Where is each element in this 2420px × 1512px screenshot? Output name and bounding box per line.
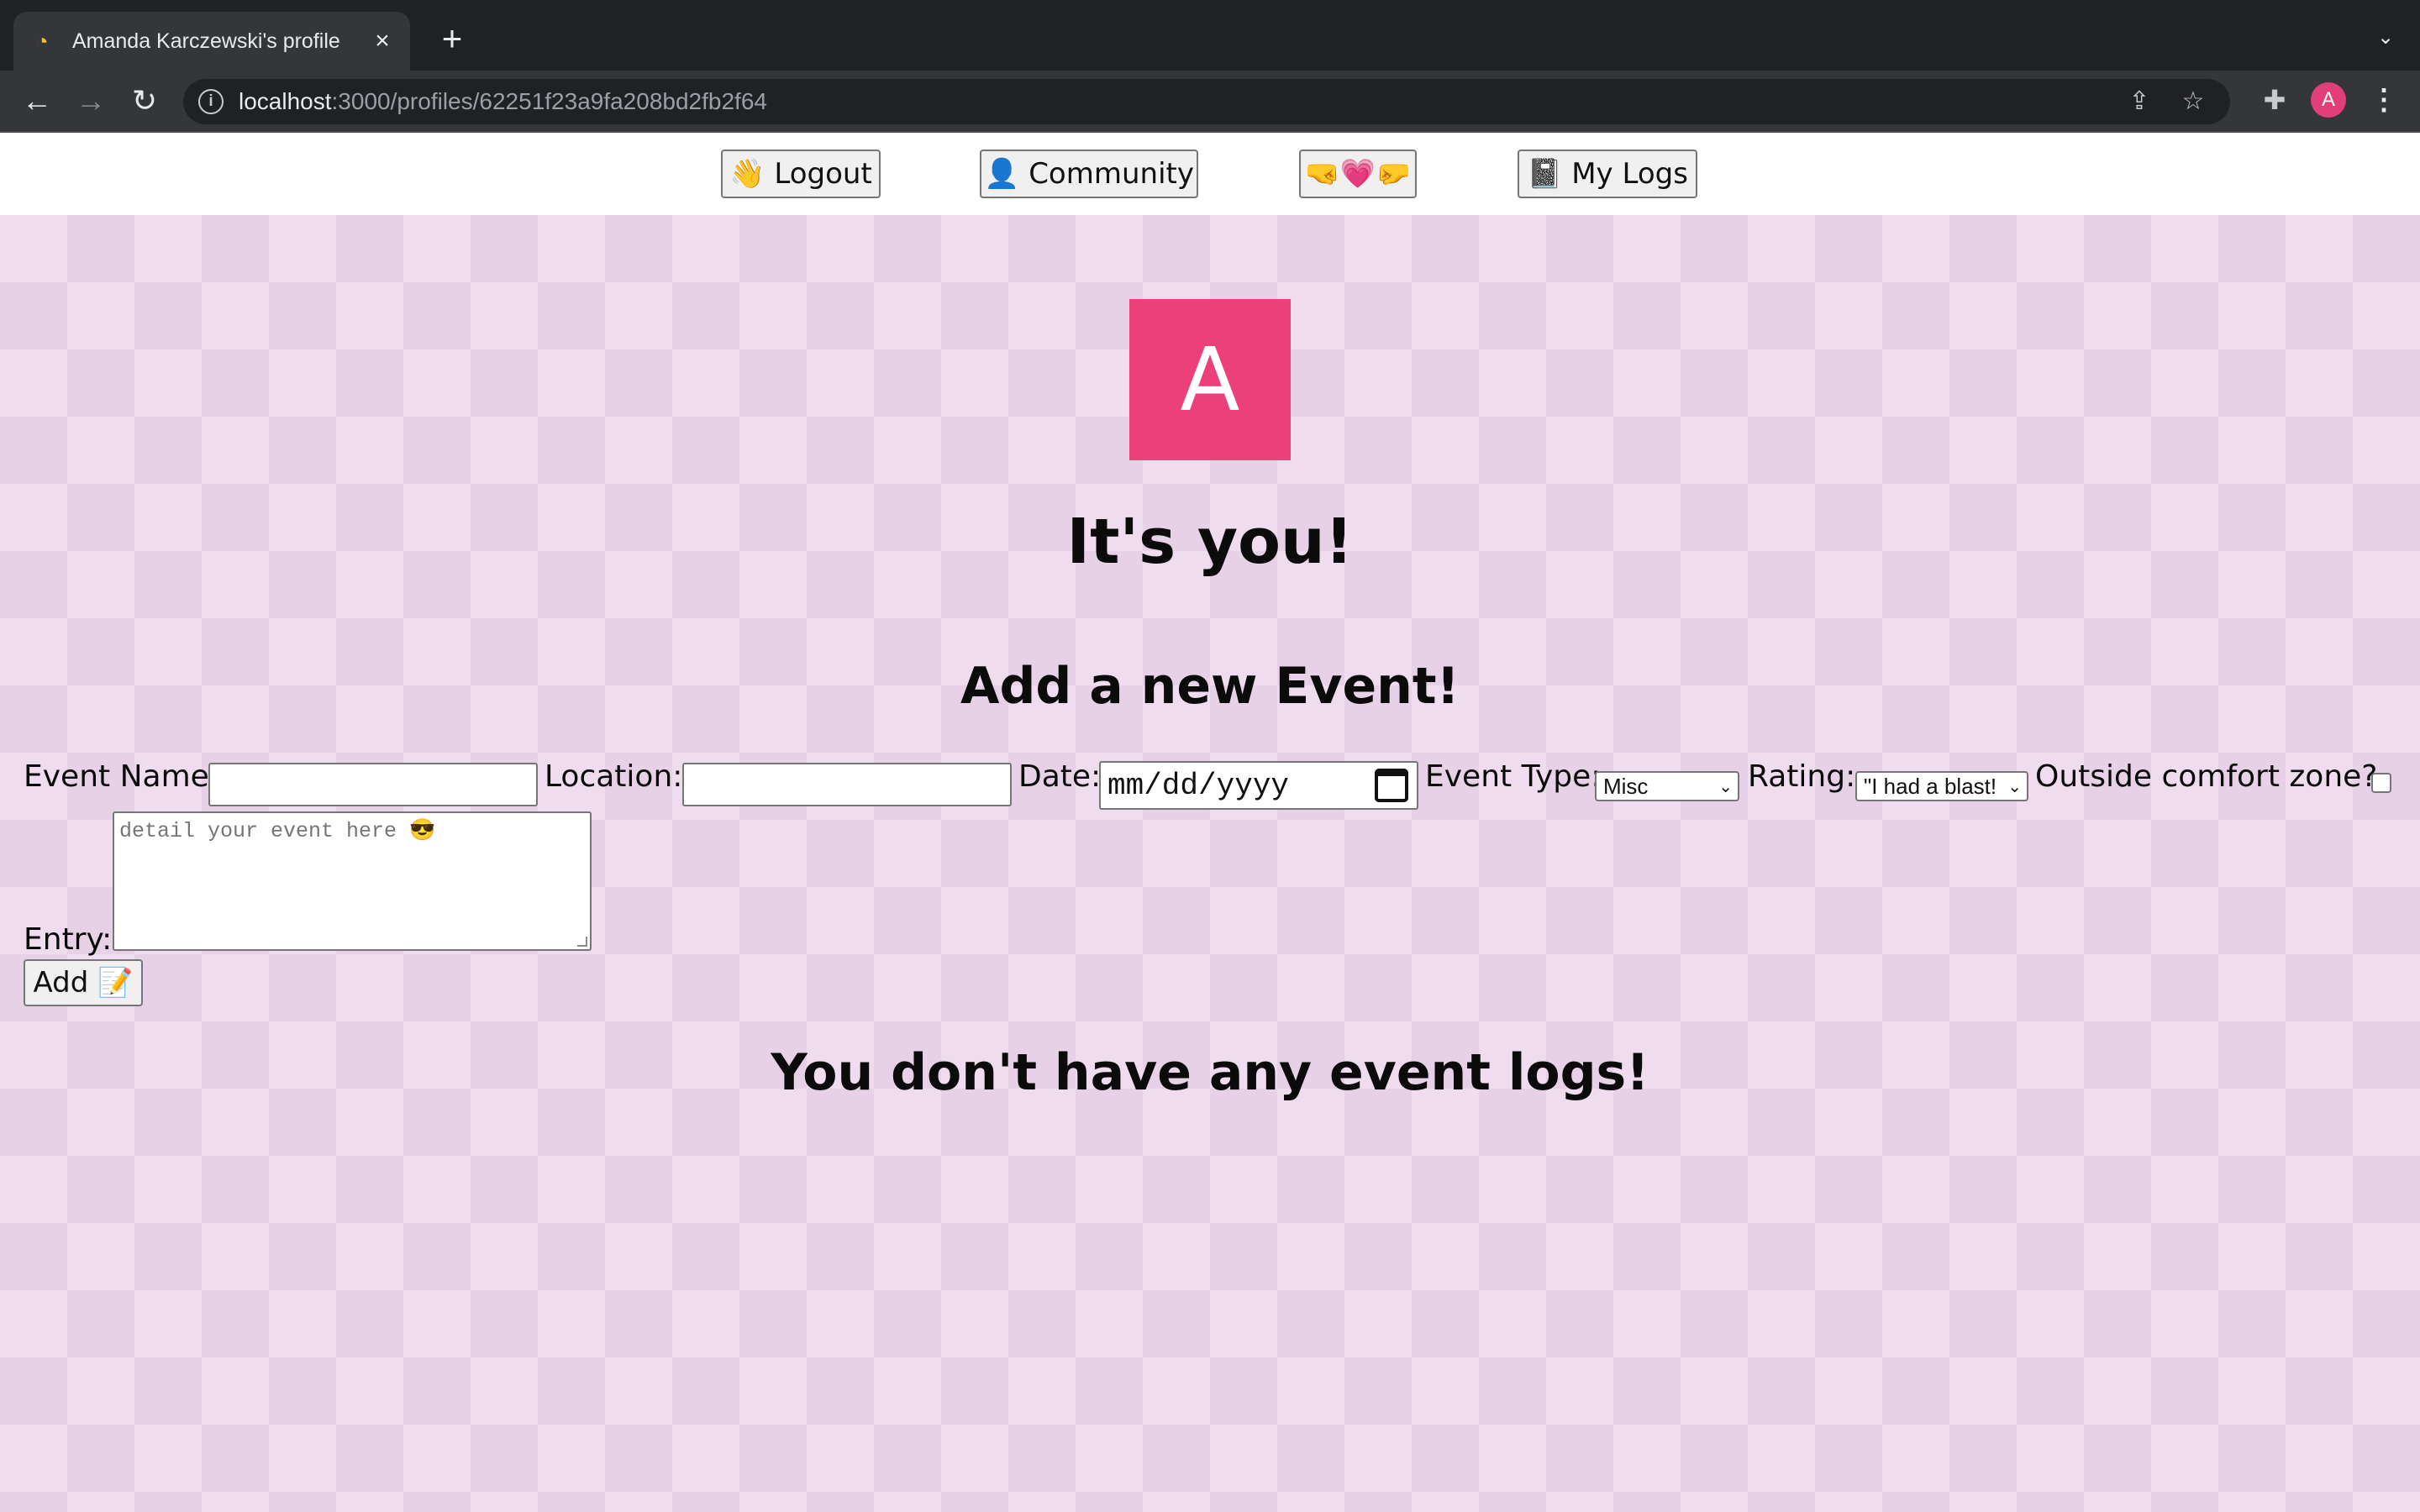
add-event-heading: Add a new Event! xyxy=(960,657,1460,716)
calendar-icon[interactable] xyxy=(1375,769,1408,802)
add-event-button[interactable]: Add 📝 xyxy=(24,959,143,1006)
resize-handle-icon[interactable] xyxy=(577,937,587,947)
share-icon[interactable]: ⇪ xyxy=(2126,88,2153,115)
site-navbar: 👋 Logout 👤 Community 🤜💗🤛 📓 My Logs xyxy=(0,133,2420,215)
event-type-select[interactable]: Misc ⌄ xyxy=(1595,771,1739,801)
comfort-zone-checkbox[interactable] xyxy=(2371,773,2391,793)
url-host: localhost xyxy=(239,88,332,114)
date-input[interactable]: mm/dd/yyyy xyxy=(1099,761,1418,810)
page: 👋 Logout 👤 Community 🤜💗🤛 📓 My Logs A It'… xyxy=(0,133,2420,1512)
community-button[interactable]: 👤 Community xyxy=(980,150,1198,198)
new-tab-button[interactable]: + xyxy=(435,21,469,56)
url-path: :3000/profiles/62251f23a9fa208bd2fb2f64 xyxy=(331,88,767,114)
chevron-down-icon: ⌄ xyxy=(2007,777,2022,796)
tab-title: Amanda Karczewski's profile xyxy=(72,29,340,53)
empty-logs-message: You don't have any event logs! xyxy=(771,1043,1649,1102)
chevron-down-icon: ⌄ xyxy=(1718,777,1733,796)
url-text: localhost:3000/profiles/62251f23a9fa208b… xyxy=(239,88,767,115)
forward-icon[interactable]: → xyxy=(74,84,108,118)
entry-label: Entry: xyxy=(24,922,113,957)
reload-icon[interactable]: ↻ xyxy=(128,84,161,118)
back-icon[interactable]: ← xyxy=(20,84,54,118)
browser-menu-icon[interactable]: ⋮ xyxy=(2370,84,2398,116)
bookmark-star-icon[interactable]: ☆ xyxy=(2180,88,2207,115)
event-name-label: Event Name: xyxy=(24,759,219,794)
date-label: Date: xyxy=(1018,759,1102,794)
rating-value: "I had a blast! xyxy=(1864,773,1997,799)
profile-content: A It's you! Add a new Event! Event Name:… xyxy=(0,215,2420,1512)
entry-placeholder: detail your event here 😎 xyxy=(119,819,436,843)
event-type-value: Misc xyxy=(1603,773,1649,799)
rating-label: Rating: xyxy=(1748,759,1856,794)
location-label: Location: xyxy=(544,759,683,794)
browser-profile-avatar[interactable]: A xyxy=(2311,82,2346,118)
tab-search-chevron-icon[interactable]: ⌄ xyxy=(2373,25,2398,50)
site-info-icon[interactable]: i xyxy=(198,89,224,114)
favicon-icon: ◔ xyxy=(35,29,49,54)
date-placeholder: mm/dd/yyyy xyxy=(1107,768,1290,803)
address-bar[interactable]: i localhost:3000/profiles/62251f23a9fa20… xyxy=(183,79,2230,124)
logout-button[interactable]: 👋 Logout xyxy=(721,150,881,198)
friends-button[interactable]: 🤜💗🤛 xyxy=(1299,150,1417,198)
my-logs-button[interactable]: 📓 My Logs xyxy=(1518,150,1697,198)
close-tab-icon[interactable]: × xyxy=(370,29,395,54)
extensions-puzzle-icon[interactable]: ✚ xyxy=(2260,86,2289,114)
browser-toolbar: ← → ↻ i localhost:3000/profiles/62251f23… xyxy=(0,71,2420,133)
event-type-label: Event Type: xyxy=(1425,759,1602,794)
browser-tabstrip: ◔ Amanda Karczewski's profile × + ⌄ xyxy=(0,0,2420,71)
user-avatar: A xyxy=(1129,299,1291,460)
entry-textarea[interactable]: detail your event here 😎 xyxy=(113,811,592,951)
event-name-input[interactable] xyxy=(208,763,538,806)
browser-tab[interactable]: ◔ Amanda Karczewski's profile × xyxy=(13,12,410,71)
profile-heading: It's you! xyxy=(1066,506,1354,578)
comfort-zone-label: Outside comfort zone? xyxy=(2035,759,2378,794)
location-input[interactable] xyxy=(682,763,1012,806)
rating-select[interactable]: "I had a blast! ⌄ xyxy=(1855,771,2028,801)
